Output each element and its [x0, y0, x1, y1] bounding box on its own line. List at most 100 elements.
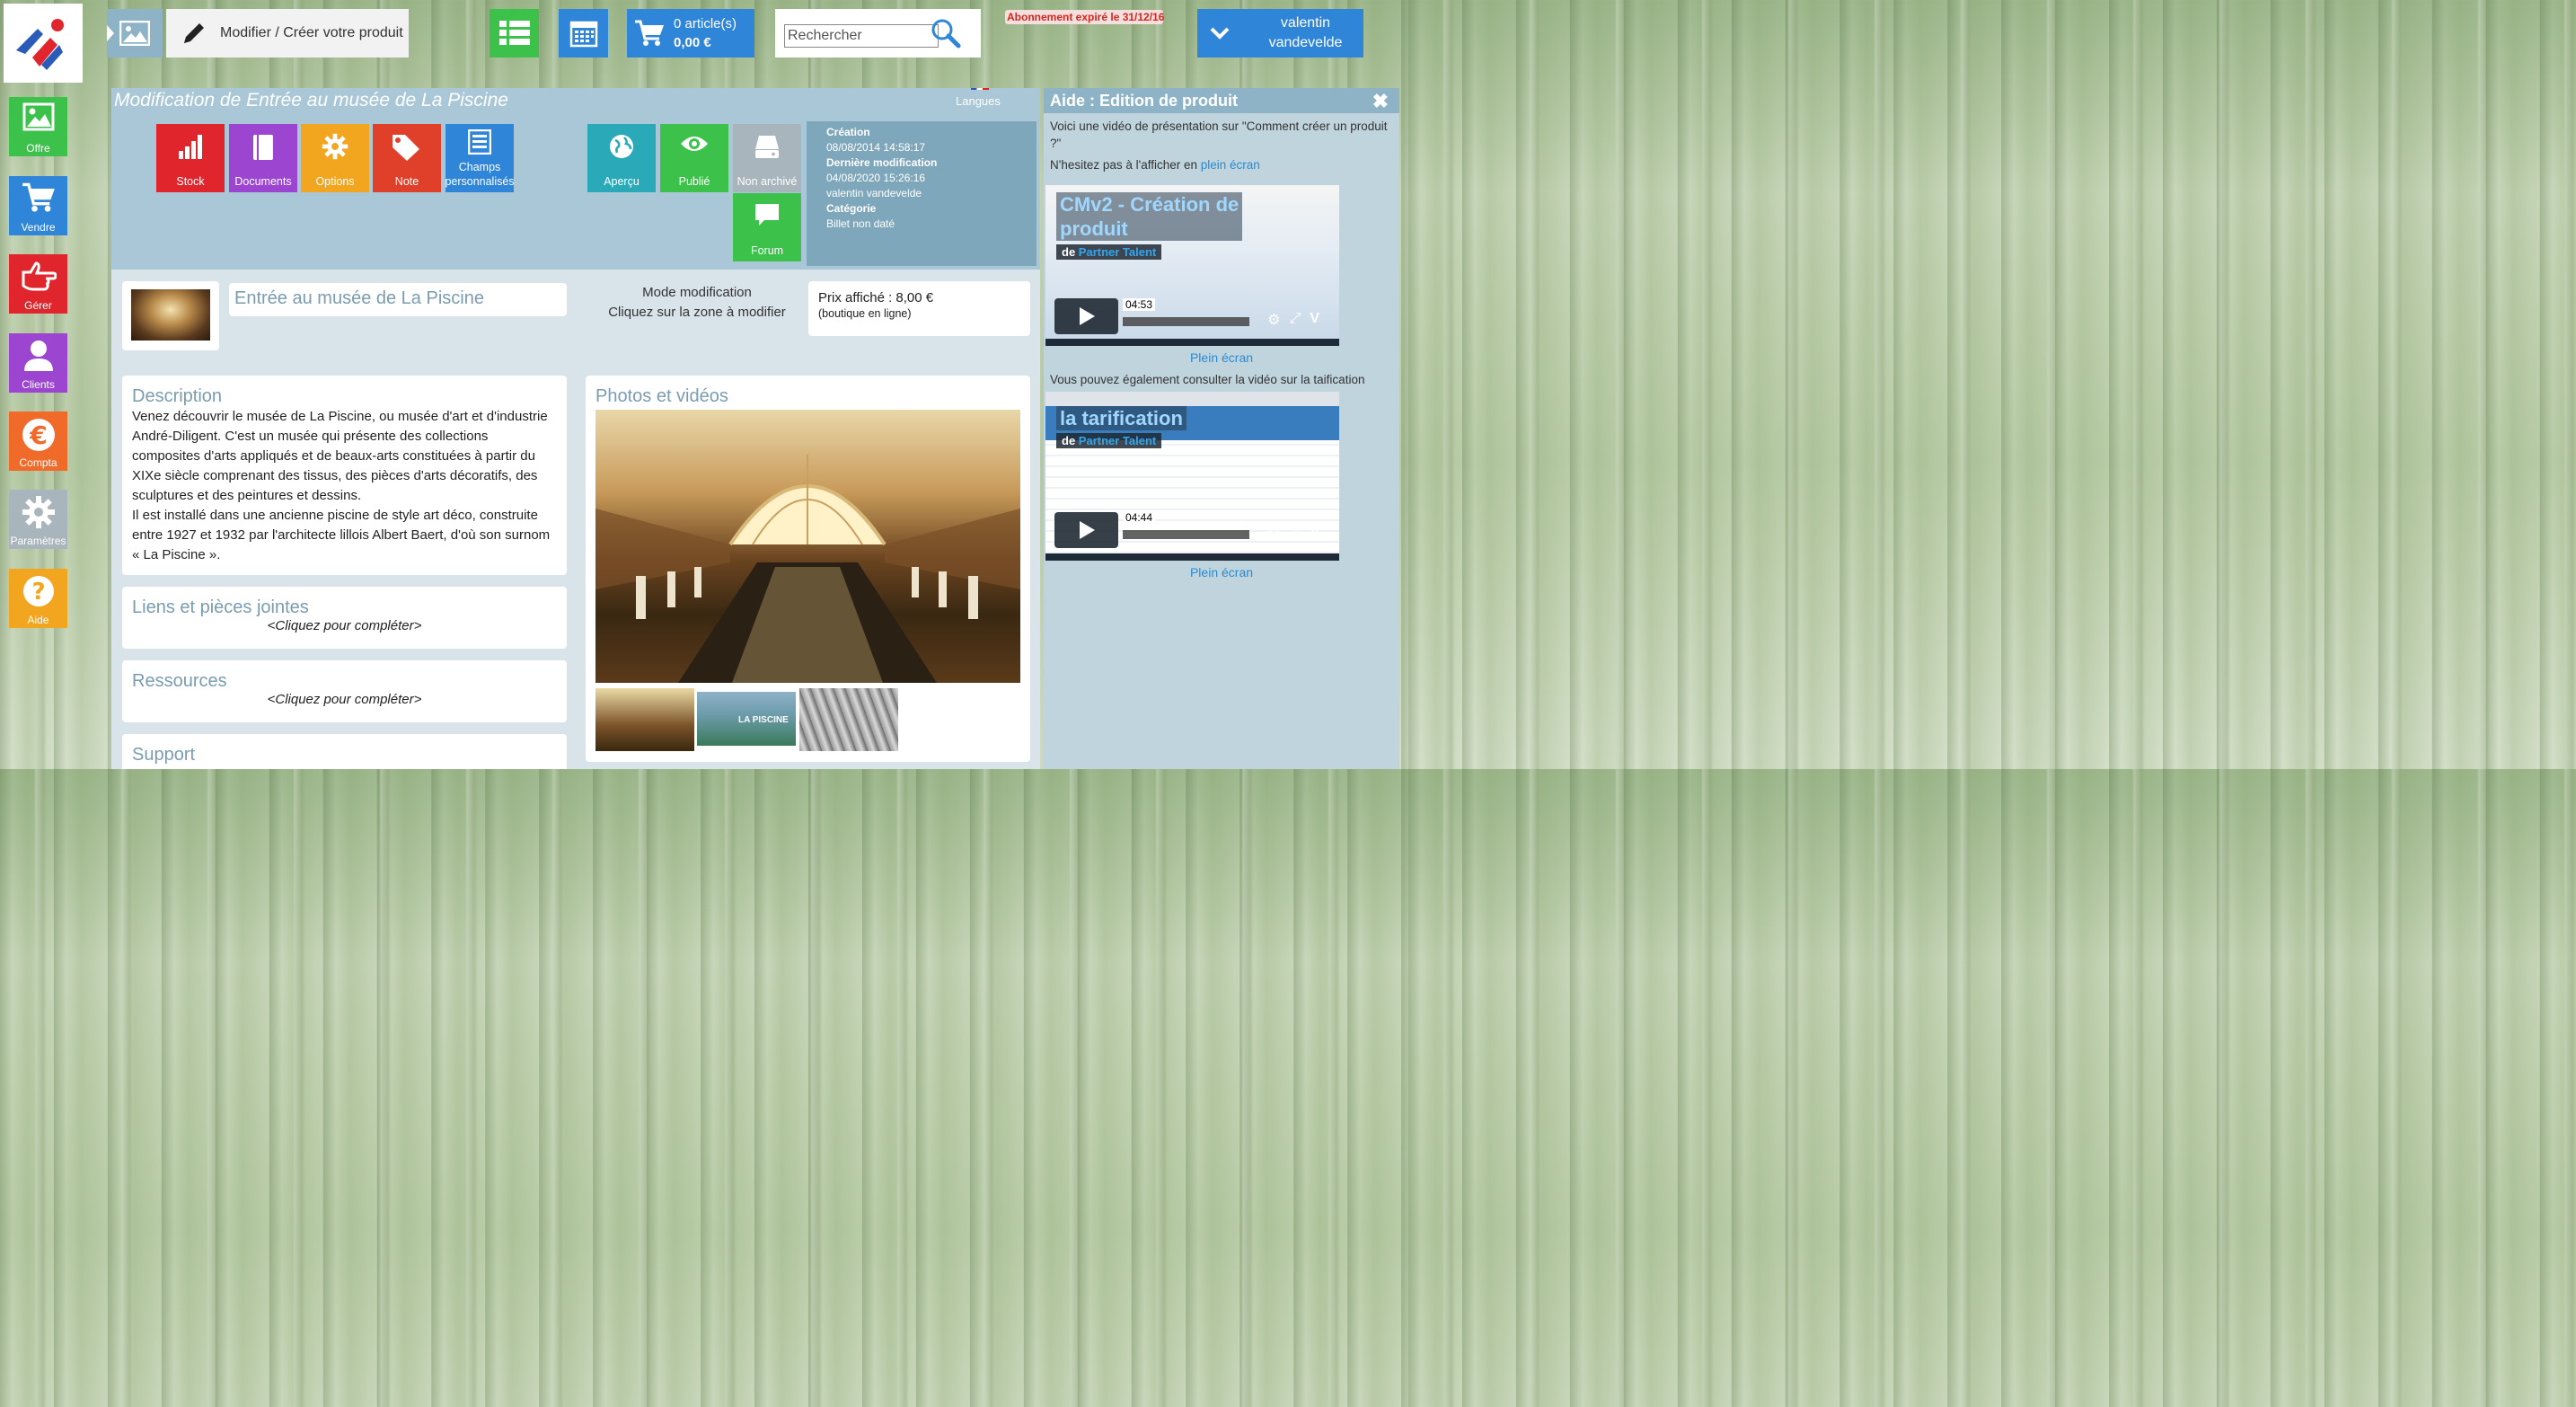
links-section[interactable]: Liens et pièces jointes <Cliquez pour co… [122, 587, 567, 649]
calendar-icon [569, 21, 597, 48]
video-progress-bar[interactable] [1123, 317, 1249, 326]
edit-product-button[interactable]: Modifier / Créer votre produit [166, 9, 409, 58]
published-button[interactable]: Publié [660, 124, 728, 192]
fullscreen-link-1[interactable]: Plein écran [1044, 350, 1399, 365]
chevron-down-icon [1210, 27, 1230, 40]
video-author[interactable]: Partner Talent [1079, 434, 1156, 447]
taskbar [1045, 339, 1339, 346]
preview-button[interactable]: Aperçu [587, 124, 656, 192]
gear-icon[interactable]: ⚙ [1267, 311, 1280, 329]
sidebar-item-label: Clients [22, 378, 55, 391]
eye-icon [660, 133, 728, 155]
description-section[interactable]: Description Venez découvrir le musée de … [122, 376, 567, 575]
category-label: Catégorie [826, 202, 877, 215]
help-panel: Aide : Edition de produit ✖ Voici une vi… [1044, 88, 1399, 769]
video-author[interactable]: Partner Talent [1079, 245, 1156, 259]
pool-illustration [595, 455, 1020, 683]
sidebar-item-aide[interactable]: ? Aide [9, 569, 67, 628]
sidebar-item-offre[interactable]: Offre [9, 97, 67, 156]
help-hint-text: N'hesitez pas à l'afficher en [1050, 158, 1201, 172]
tile-label: Note [394, 175, 419, 188]
forum-button[interactable]: Forum [733, 193, 801, 261]
modified-date: 04/08/2020 15:26:16 [826, 172, 926, 184]
stock-button[interactable]: Stock [156, 124, 225, 192]
page-title: Modification de Entrée au musée de La Pi… [114, 90, 508, 111]
sidebar-item-clients[interactable]: Clients [9, 333, 67, 393]
sidebar-item-gerer[interactable]: Gérer [9, 254, 67, 314]
help-video-1[interactable]: CMv2 - Création de produit de Partner Ta… [1045, 185, 1339, 346]
fullscreen-link-2[interactable]: Plein écran [1044, 565, 1399, 580]
video-progress-bar[interactable] [1123, 530, 1249, 539]
mode-info: Mode modification Cliquez sur la zone à … [586, 283, 808, 323]
play-button[interactable] [1054, 298, 1118, 334]
cart-total: 0,00 € [674, 35, 711, 50]
mode-line-1: Mode modification [642, 285, 752, 300]
custom-fields-button[interactable]: Champs personnalisés [445, 124, 515, 192]
modified-label: Dernière modification [826, 156, 938, 169]
photo-thumbnail-2[interactable]: LA PISCINE [697, 692, 796, 746]
sidebar-item-label: Paramètres [10, 535, 66, 547]
play-icon [1079, 307, 1095, 325]
languages-button[interactable]: Langues [956, 94, 1001, 108]
fullscreen-icon[interactable]: ⤢ [1290, 525, 1301, 543]
description-title: Description [132, 386, 223, 406]
archive-button[interactable]: Non archivé [733, 124, 801, 192]
cart-count: 0 article(s) [674, 16, 737, 31]
play-button[interactable] [1054, 512, 1118, 548]
price-field[interactable]: Prix affiché : 8,00 € (boutique en ligne… [808, 281, 1030, 336]
options-button[interactable]: Options [301, 124, 369, 192]
video-by-prefix: de [1062, 434, 1079, 447]
calendar-button[interactable] [559, 9, 608, 58]
help-intro: Voici une vidéo de présentation sur "Com… [1050, 119, 1388, 150]
subscription-notice[interactable]: Abonnement expiré le 31/12/16 [1005, 10, 1164, 24]
search-icon[interactable] [931, 18, 961, 49]
tile-label: Options [315, 175, 355, 188]
documents-button[interactable]: Documents [229, 124, 297, 192]
fullscreen-icon[interactable]: ⤢ [1290, 311, 1301, 329]
resources-section[interactable]: Ressources <Cliquez pour compléter> [122, 660, 567, 722]
sidebar-item-vendre[interactable]: Vendre [9, 176, 67, 235]
links-placeholder: <Cliquez pour compléter> [267, 618, 422, 633]
list-view-button[interactable] [490, 9, 539, 58]
close-icon[interactable]: ✖ [1372, 90, 1389, 113]
video-duration: 04:53 [1123, 298, 1156, 311]
fullscreen-link[interactable]: plein écran [1201, 158, 1260, 172]
video-controls: ⚙ ⤢ V [1267, 311, 1319, 329]
vimeo-icon[interactable]: V [1310, 311, 1319, 329]
price-note: (boutique en ligne) [818, 307, 912, 320]
user-name: valentin vandevelde [1268, 15, 1343, 50]
product-header: Modification de Entrée au musée de La Pi… [111, 88, 1040, 270]
modified-by: valentin vandevelde [826, 187, 922, 199]
image-icon [119, 21, 150, 46]
support-section[interactable]: Support [122, 734, 567, 769]
user-menu-button[interactable]: valentin vandevelde [1197, 9, 1363, 58]
sidebar-item-compta[interactable]: € Compta [9, 411, 67, 471]
description-text: Venez découvrir le musée de La Piscine, … [132, 409, 551, 562]
vimeo-icon[interactable]: V [1310, 525, 1319, 543]
photo-thumbnail-1[interactable] [595, 688, 694, 751]
product-name-field[interactable]: Entrée au musée de La Piscine [229, 283, 567, 316]
support-title: Support [132, 745, 196, 765]
user-icon [9, 339, 67, 371]
drive-icon [733, 133, 801, 160]
main-photo[interactable] [595, 410, 1020, 683]
logo-icon [16, 19, 64, 70]
note-button[interactable]: Note [373, 124, 441, 192]
product-thumbnail[interactable] [122, 281, 219, 350]
product-meta: Création 08/08/2014 14:58:17 Dernière mo… [807, 121, 1037, 266]
gear-icon[interactable]: ⚙ [1267, 525, 1280, 543]
thumbnail-caption: LA PISCINE [738, 715, 789, 725]
photo-thumbnail-3[interactable] [799, 688, 898, 751]
search-input[interactable] [784, 24, 939, 48]
sidebar-item-label: Compta [19, 456, 57, 469]
flag-icon[interactable] [971, 88, 989, 90]
video-byline: de Partner Talent [1056, 433, 1162, 448]
cart-button[interactable]: 0 article(s) 0,00 € [627, 9, 754, 58]
sidebar-item-parametres[interactable]: Paramètres [9, 490, 67, 549]
image-toggle-button[interactable] [107, 9, 163, 58]
tag-icon [373, 133, 441, 162]
app-logo[interactable] [4, 4, 83, 83]
help-video-2[interactable]: la tarification de Partner Talent 04:44 … [1045, 392, 1339, 561]
video-by-prefix: de [1062, 245, 1079, 259]
book-icon [229, 133, 297, 162]
